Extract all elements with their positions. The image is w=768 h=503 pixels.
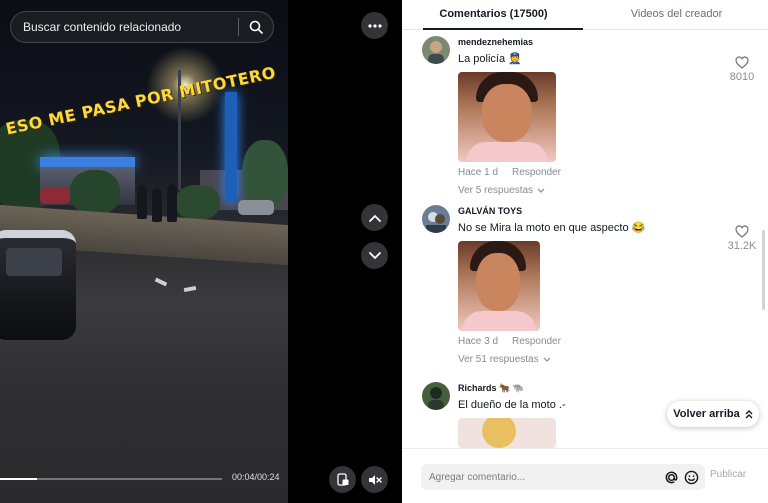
- view-replies-button[interactable]: Ver 51 respuestas: [458, 354, 728, 365]
- photo-shirt: [462, 311, 536, 331]
- scrollbar[interactable]: [762, 230, 765, 310]
- view-replies-label: Ver 51 respuestas: [458, 354, 539, 365]
- parked-car: [40, 188, 70, 204]
- search-box: [10, 11, 274, 43]
- emoji-icon: [684, 470, 698, 484]
- panel-tabs: Comentarios (17500) Videos del creador: [402, 0, 768, 30]
- progress-bar[interactable]: [0, 478, 222, 480]
- picture-in-picture-button[interactable]: [329, 466, 356, 493]
- progress-fill: [0, 478, 38, 480]
- comment-image[interactable]: [458, 72, 556, 162]
- reply-button[interactable]: Responder: [512, 167, 561, 178]
- comment-input[interactable]: [421, 464, 661, 490]
- like-count: 8010: [729, 71, 755, 83]
- avatar[interactable]: [422, 205, 450, 233]
- comment-username[interactable]: GALVÁN TOYS: [458, 205, 728, 217]
- comment-time: Hace 1 d: [458, 167, 499, 178]
- photo-shirt: [466, 142, 548, 162]
- comment-meta: Hace 1 d Responder: [458, 167, 728, 178]
- person: [152, 188, 162, 222]
- comment-image[interactable]: [458, 418, 556, 448]
- view-replies-button[interactable]: Ver 5 respuestas: [458, 185, 728, 196]
- picture-in-picture-icon: [336, 473, 348, 486]
- search-button[interactable]: [239, 12, 273, 42]
- comment-username[interactable]: mendeznehemias: [458, 36, 728, 48]
- back-to-top-button[interactable]: Volver arriba: [667, 401, 759, 427]
- mute-button[interactable]: [361, 466, 388, 493]
- car-window: [6, 248, 62, 276]
- heart-icon: [735, 56, 749, 69]
- avatar[interactable]: [422, 382, 450, 410]
- view-replies-label: Ver 5 respuestas: [458, 185, 534, 196]
- more-options-button[interactable]: [361, 12, 388, 39]
- comment-text: La policía 👮: [458, 53, 522, 65]
- comment-image[interactable]: [458, 241, 540, 331]
- photo-face: [476, 253, 520, 311]
- tab-comments[interactable]: Comentarios (17500): [402, 0, 585, 30]
- at-icon: [665, 471, 677, 483]
- bush: [175, 185, 220, 220]
- video-player[interactable]: ESO ME PASA POR MITOTERO 00:04/00:24: [0, 0, 288, 503]
- gas-station-roof: [40, 157, 135, 167]
- double-chevron-up-icon: [745, 409, 753, 418]
- heart-icon: [735, 225, 749, 238]
- comment-body: mendeznehemias La policía 👮 Hace 1 d Res…: [458, 36, 728, 196]
- police-car: [0, 230, 76, 340]
- mention-button[interactable]: [661, 467, 681, 487]
- like-button[interactable]: 8010: [727, 56, 757, 83]
- like-button[interactable]: 31.2K: [727, 225, 757, 252]
- comments-panel: Comentarios (17500) Videos del creador m…: [402, 0, 768, 503]
- publish-button[interactable]: Publicar: [710, 469, 746, 480]
- parked-car: [238, 200, 274, 215]
- bush: [70, 170, 120, 215]
- reply-button[interactable]: Responder: [512, 336, 561, 347]
- comment-input-wrap: [421, 464, 705, 490]
- debris: [183, 285, 197, 293]
- video-pane: ESO ME PASA POR MITOTERO 00:04/00:24: [0, 0, 402, 503]
- lit-sign: [225, 92, 237, 202]
- emoji-button[interactable]: [681, 467, 701, 487]
- search-icon: [249, 20, 263, 34]
- next-video-button[interactable]: [361, 242, 388, 269]
- photo-face: [482, 84, 532, 142]
- chevron-down-icon: [368, 251, 381, 259]
- person: [167, 184, 177, 222]
- comment-composer: Publicar: [402, 448, 768, 503]
- avatar[interactable]: [422, 36, 450, 64]
- chevron-down-icon: [537, 188, 545, 193]
- time-readout: 00:04/00:24: [232, 472, 280, 482]
- search-input[interactable]: [11, 12, 238, 42]
- comment-meta: Hace 3 d Responder: [458, 336, 728, 347]
- comment-body: GALVÁN TOYS No se Mira la moto en que as…: [458, 205, 728, 365]
- comment-text: No se Mira la moto en que aspecto 😂: [458, 222, 646, 234]
- tab-creator-videos[interactable]: Videos del creador: [585, 0, 768, 29]
- more-horizontal-icon: [367, 23, 382, 28]
- comment-username[interactable]: Richards 🐂 🐃: [458, 382, 728, 394]
- comment-time: Hace 3 d: [458, 336, 499, 347]
- chevron-down-icon: [543, 357, 551, 362]
- chevron-up-icon: [368, 214, 381, 222]
- like-count: 31.2K: [727, 240, 757, 252]
- speaker-muted-icon: [368, 474, 382, 485]
- back-to-top-label: Volver arriba: [673, 408, 740, 420]
- debris: [154, 277, 168, 287]
- previous-video-button[interactable]: [361, 204, 388, 231]
- person: [137, 185, 147, 219]
